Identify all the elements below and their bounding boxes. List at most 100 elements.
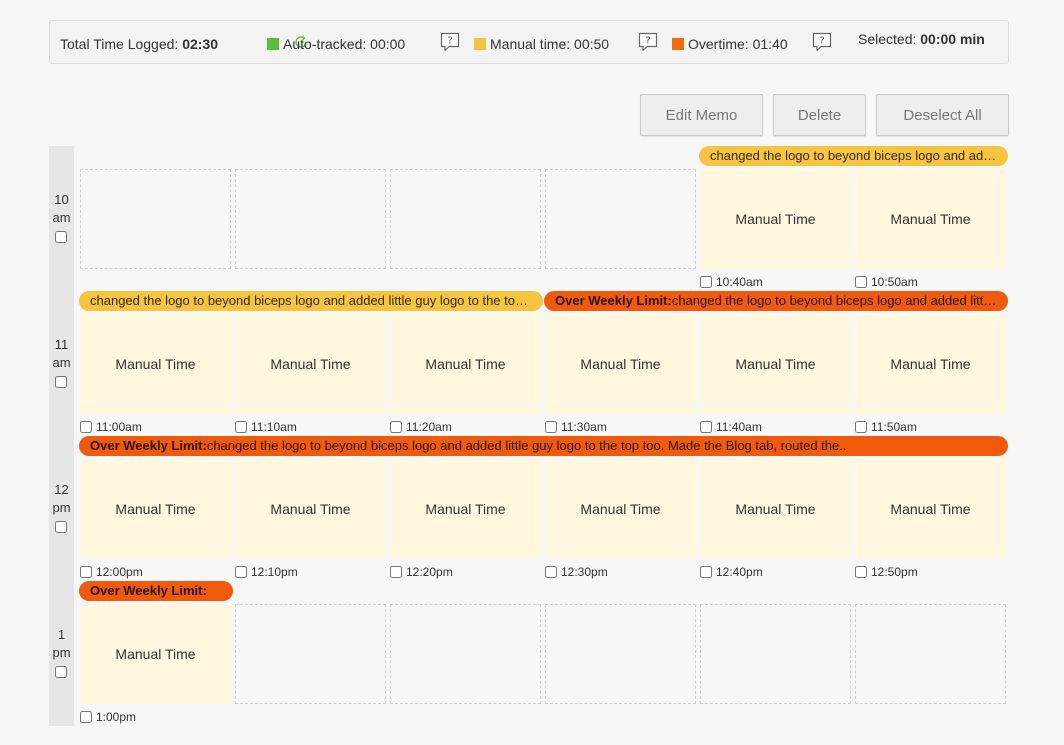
memo-text: changed the logo to beyond biceps logo a… bbox=[710, 148, 1008, 163]
hour-select-checkbox[interactable] bbox=[55, 666, 67, 678]
overtime-memo-icon[interactable]: ? bbox=[811, 31, 833, 53]
empty-time-slot[interactable] bbox=[700, 604, 851, 704]
slot-time: 12:20pm bbox=[406, 565, 453, 579]
manual-time-block[interactable]: Manual Time bbox=[235, 314, 386, 414]
slot-select-checkbox[interactable] bbox=[80, 566, 92, 578]
hour-label: 1 pm bbox=[49, 626, 74, 662]
time-slot-label[interactable]: 11:00am bbox=[80, 420, 142, 434]
selected-time: Selected: 00:00 min bbox=[858, 31, 985, 47]
manual-time-block[interactable]: Manual Time bbox=[80, 459, 231, 559]
memo-text: changed the logo to beyond biceps logo a… bbox=[206, 438, 847, 453]
time-slot-label[interactable]: 11:50am bbox=[855, 420, 917, 434]
time-slot-label[interactable]: 10:50am bbox=[855, 275, 918, 289]
overtime-legend: Overtime: 01:40 bbox=[672, 36, 788, 52]
empty-time-slot[interactable] bbox=[545, 169, 696, 269]
edit-memo-button[interactable]: Edit Memo bbox=[640, 94, 763, 136]
manual-time-label: Manual time: 00:50 bbox=[490, 36, 610, 52]
time-slot-label[interactable]: 12:00pm bbox=[80, 565, 143, 579]
time-slot-label[interactable]: 11:30am bbox=[545, 420, 607, 434]
time-summary-bar: Total Time Logged: 02:30 Auto-tracked: 0… bbox=[49, 20, 1009, 64]
auto-tracked-memo-icon[interactable]: ? bbox=[439, 31, 461, 53]
manual-time-block[interactable]: Manual Time bbox=[700, 169, 851, 269]
slot-select-checkbox[interactable] bbox=[855, 276, 867, 288]
time-slot-label[interactable]: 12:20pm bbox=[390, 565, 453, 579]
slot-select-checkbox[interactable] bbox=[545, 566, 557, 578]
manual-time-memo-icon[interactable]: ? bbox=[637, 31, 659, 53]
empty-time-slot[interactable] bbox=[235, 604, 386, 704]
manual-time-block[interactable]: Manual Time bbox=[545, 459, 696, 559]
empty-time-slot[interactable] bbox=[390, 169, 541, 269]
manual-time-block[interactable]: Manual Time bbox=[80, 604, 231, 704]
manual-time-block[interactable]: Manual Time bbox=[390, 314, 541, 414]
empty-time-slot[interactable] bbox=[390, 604, 541, 704]
slot-select-checkbox[interactable] bbox=[390, 421, 402, 433]
total-time-value: 02:30 bbox=[182, 36, 218, 52]
hour-label: 10 am bbox=[49, 191, 74, 227]
slot-select-checkbox[interactable] bbox=[700, 421, 712, 433]
slot-select-checkbox[interactable] bbox=[235, 566, 247, 578]
svg-text:?: ? bbox=[645, 36, 650, 47]
manual-time-block[interactable]: Manual Time bbox=[545, 314, 696, 414]
hour-label: 12 pm bbox=[49, 481, 74, 517]
slot-select-checkbox[interactable] bbox=[855, 421, 867, 433]
time-slot-label[interactable]: 12:30pm bbox=[545, 565, 608, 579]
overtime-swatch bbox=[672, 38, 684, 50]
empty-time-slot[interactable] bbox=[855, 604, 1006, 704]
time-slot-label[interactable]: 10:40am bbox=[700, 275, 763, 289]
slot-select-checkbox[interactable] bbox=[855, 566, 867, 578]
hour-ampm: pm bbox=[52, 500, 71, 515]
overtime-memo-bar[interactable]: Over Weekly Limit:changed the logo to be… bbox=[79, 436, 1008, 456]
time-slot-label[interactable]: 11:20am bbox=[390, 420, 452, 434]
slot-select-checkbox[interactable] bbox=[700, 566, 712, 578]
deselect-all-button[interactable]: Deselect All bbox=[876, 94, 1009, 136]
slot-time: 12:10pm bbox=[251, 565, 298, 579]
empty-time-slot[interactable] bbox=[80, 169, 231, 269]
empty-time-slot[interactable] bbox=[235, 169, 386, 269]
slot-time: 11:50am bbox=[871, 420, 917, 434]
delete-button[interactable]: Delete bbox=[773, 94, 866, 136]
time-slot-label[interactable]: 12:40pm bbox=[700, 565, 763, 579]
overtime-memo-bar[interactable]: Over Weekly Limit:changed the logo to be… bbox=[544, 291, 1008, 311]
manual-memo-bar[interactable]: changed the logo to beyond biceps logo a… bbox=[79, 291, 543, 311]
slot-select-checkbox[interactable] bbox=[390, 566, 402, 578]
selected-label: Selected: bbox=[858, 31, 917, 47]
hour-number: 10 bbox=[54, 192, 69, 207]
slot-select-checkbox[interactable] bbox=[80, 711, 92, 723]
hour-ampm: pm bbox=[52, 645, 71, 660]
slot-select-checkbox[interactable] bbox=[80, 421, 92, 433]
auto-tracked-label: Auto-tracked: 00:00 bbox=[283, 36, 406, 52]
svg-text:?: ? bbox=[447, 36, 452, 47]
hour-select-checkbox[interactable] bbox=[55, 376, 67, 388]
manual-time-block[interactable]: Manual Time bbox=[855, 314, 1006, 414]
empty-time-slot[interactable] bbox=[545, 604, 696, 704]
overtime-memo-bar[interactable]: Over Weekly Limit: bbox=[79, 581, 233, 601]
slot-time: 10:40am bbox=[716, 275, 763, 289]
total-time: Total Time Logged: 02:30 bbox=[60, 36, 218, 52]
hour-label: 11 am bbox=[49, 336, 74, 372]
slot-select-checkbox[interactable] bbox=[235, 421, 247, 433]
hour-number: 11 bbox=[54, 337, 69, 352]
slot-select-checkbox[interactable] bbox=[545, 421, 557, 433]
slot-time: 12:00pm bbox=[96, 565, 143, 579]
auto-tracked-swatch bbox=[267, 38, 279, 50]
manual-time-block[interactable]: Manual Time bbox=[235, 459, 386, 559]
manual-time-block[interactable]: Manual Time bbox=[700, 314, 851, 414]
slot-time: 11:40am bbox=[716, 420, 762, 434]
manual-time-block[interactable]: Manual Time bbox=[855, 169, 1006, 269]
time-slot-label[interactable]: 11:40am bbox=[700, 420, 762, 434]
slot-time: 10:50am bbox=[871, 275, 918, 289]
manual-memo-bar[interactable]: changed the logo to beyond biceps logo a… bbox=[699, 146, 1008, 166]
time-slot-label[interactable]: 12:10pm bbox=[235, 565, 298, 579]
slot-select-checkbox[interactable] bbox=[700, 276, 712, 288]
time-slot-label[interactable]: 1:00pm bbox=[80, 710, 136, 724]
slot-time: 1:00pm bbox=[96, 710, 137, 724]
hour-select-checkbox[interactable] bbox=[55, 521, 67, 533]
manual-time-block[interactable]: Manual Time bbox=[700, 459, 851, 559]
time-slot-label[interactable]: 12:50pm bbox=[855, 565, 918, 579]
manual-time-block[interactable]: Manual Time bbox=[390, 459, 541, 559]
time-slot-label[interactable]: 11:10am bbox=[235, 420, 297, 434]
manual-time-block[interactable]: Manual Time bbox=[855, 459, 1006, 559]
hour-select-checkbox[interactable] bbox=[55, 231, 67, 243]
manual-time-block[interactable]: Manual Time bbox=[80, 314, 231, 414]
slot-time: 11:00am bbox=[96, 420, 142, 434]
